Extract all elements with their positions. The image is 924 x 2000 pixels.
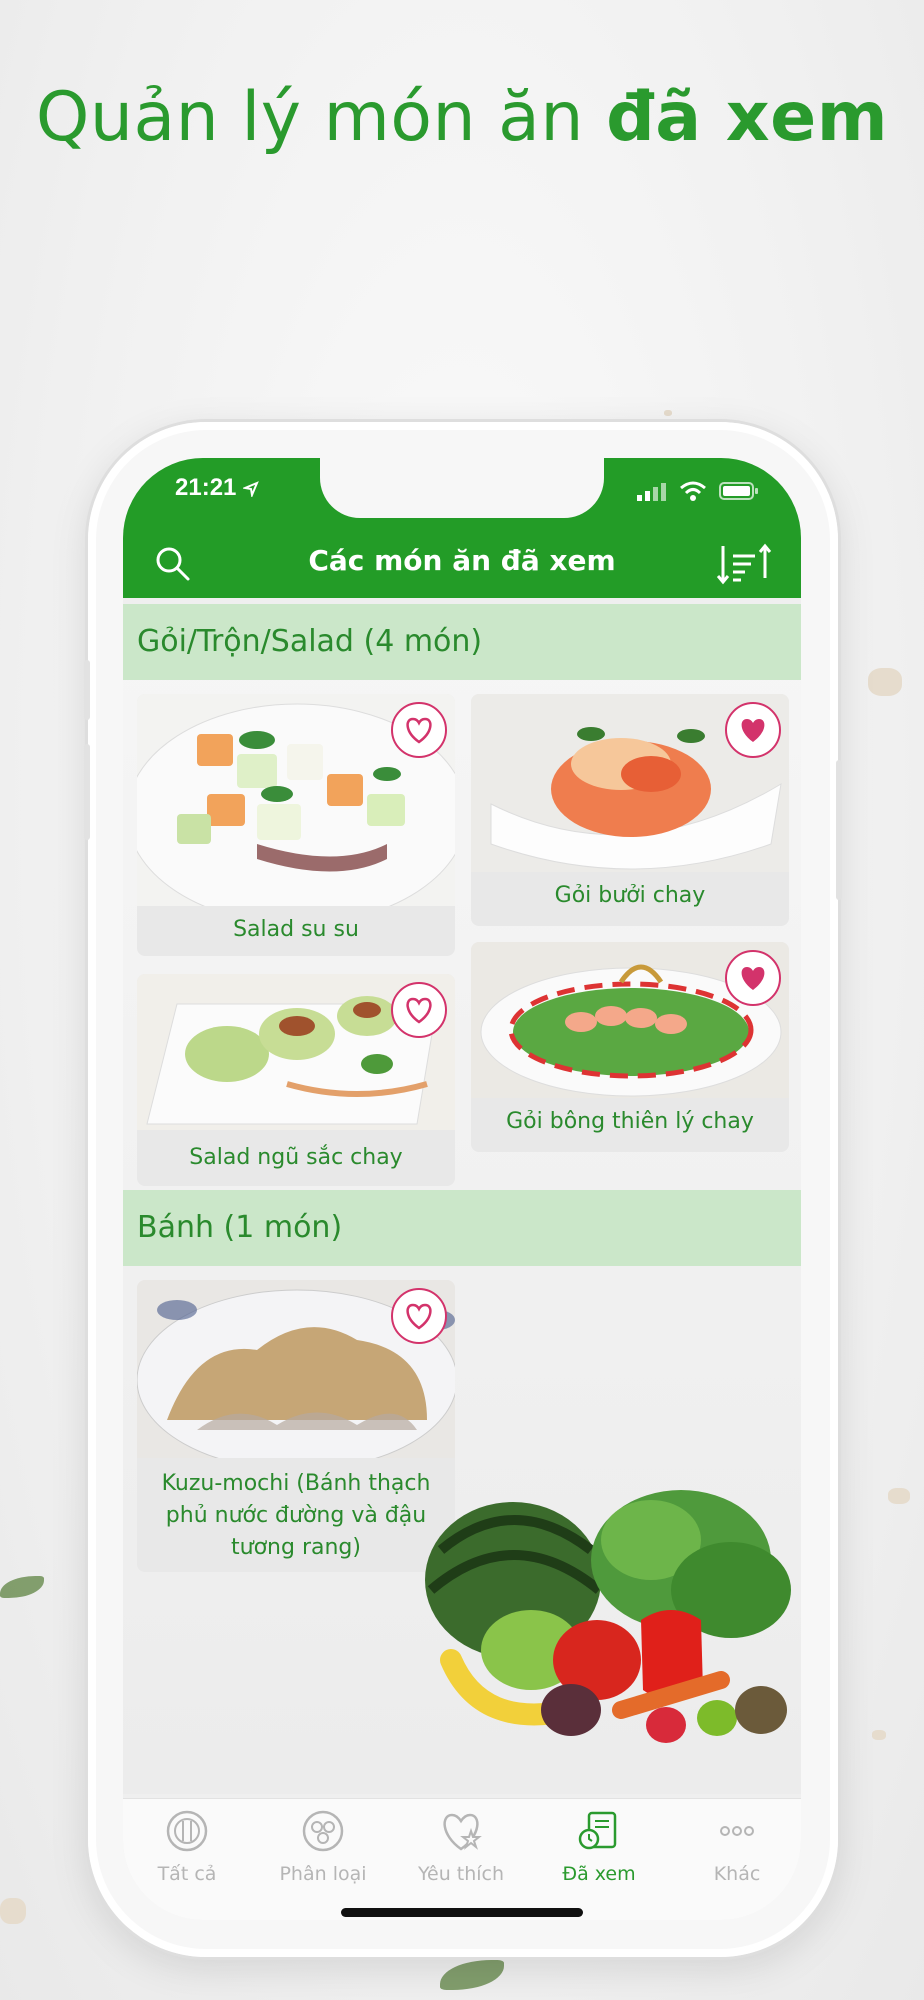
phone-notch — [320, 458, 604, 518]
categories-icon — [302, 1810, 344, 1852]
tab-viewed[interactable]: Đã xem — [539, 1809, 659, 1885]
heart-star-icon — [443, 1813, 482, 1851]
cellular-signal-icon — [637, 483, 666, 501]
recipe-card[interactable]: Gỏi bông thiên lý chay — [471, 942, 789, 1152]
recipe-name: Gỏi bưởi chay — [554, 883, 706, 908]
tab-all[interactable]: Tất cả — [127, 1809, 247, 1885]
location-arrow-icon — [241, 480, 259, 499]
recipe-card[interactable]: Salad ngũ sắc chay — [137, 974, 455, 1186]
sort-icon[interactable] — [717, 542, 773, 586]
tab-label: Phân loại — [279, 1863, 367, 1885]
recipe-card[interactable]: Salad su su — [137, 694, 455, 956]
plate-icon — [166, 1810, 208, 1852]
phone-side-button — [84, 744, 90, 840]
tab-label: Đã xem — [562, 1863, 636, 1885]
more-icon — [720, 1826, 754, 1836]
tab-bar: Tất cả Phân loại Yêu thích Đã xem Khác — [123, 1798, 801, 1920]
status-time: 21:21 — [175, 474, 259, 502]
heart-outline-icon — [406, 717, 432, 744]
recipe-card[interactable]: Kuzu-mochi (Bánh thạch phủ nước đường và… — [137, 1280, 455, 1572]
background-crumb — [872, 1730, 886, 1740]
tab-label: Yêu thích — [417, 1863, 505, 1885]
recipe-name: Salad su su — [233, 917, 359, 942]
viewed-history-icon — [578, 1811, 617, 1850]
heart-outline-icon — [406, 1303, 432, 1330]
background-crumb — [664, 410, 672, 416]
home-indicator[interactable] — [341, 1908, 583, 1917]
section-header: Bánh (1 món) — [123, 1190, 801, 1266]
headline-bold: đã xem — [606, 78, 889, 157]
tab-label: Khác — [713, 1863, 761, 1885]
heart-filled-icon — [741, 719, 765, 742]
background-crumb — [868, 668, 902, 696]
favorite-button[interactable] — [725, 702, 781, 758]
background-crumb — [0, 1898, 26, 1924]
wifi-icon — [680, 481, 706, 501]
viewed-list[interactable]: Gỏi/Trộn/Salad (4 món) Salad su su Gỏi b… — [123, 604, 801, 1794]
status-icons — [637, 480, 759, 502]
favorite-button[interactable] — [725, 950, 781, 1006]
section-header: Gỏi/Trộn/Salad (4 món) — [123, 604, 801, 680]
background-leaf — [0, 1576, 44, 1598]
battery-icon — [719, 482, 758, 500]
headline-regular: Quản lý món ăn — [35, 78, 584, 157]
background-leaf — [440, 1960, 504, 1990]
tab-label: Tất cả — [157, 1863, 217, 1885]
fruits-vegetables-illustration — [425, 1490, 791, 1743]
heart-filled-icon — [741, 967, 765, 990]
recipe-card[interactable]: Gỏi bưởi chay — [471, 694, 789, 926]
tab-favorites[interactable]: Yêu thích — [401, 1809, 521, 1885]
page-title: Các món ăn đã xem — [308, 544, 616, 577]
recipe-name: Kuzu-mochi (Bánh thạch phủ nước đường và… — [161, 1471, 431, 1560]
favorite-button[interactable] — [391, 982, 447, 1038]
phone-screen: 21:21 Các món ăn đã xem Gỏi/Trộn/Salad (… — [123, 458, 801, 1920]
tab-more[interactable]: Khác — [677, 1809, 797, 1885]
phone-side-button — [836, 760, 842, 900]
app-top-bar: 21:21 Các món ăn đã xem — [123, 458, 801, 598]
tab-categories[interactable]: Phân loại — [263, 1809, 383, 1885]
phone-side-button — [84, 660, 90, 720]
favorite-button[interactable] — [391, 1288, 447, 1344]
favorite-button[interactable] — [391, 702, 447, 758]
background-crumb — [888, 1488, 910, 1504]
heart-outline-icon — [406, 997, 432, 1024]
recipe-name: Gỏi bông thiên lý chay — [506, 1109, 754, 1134]
page-headline: Quản lý món ăn đã xem — [0, 78, 924, 157]
recipe-name: Salad ngũ sắc chay — [189, 1145, 403, 1170]
